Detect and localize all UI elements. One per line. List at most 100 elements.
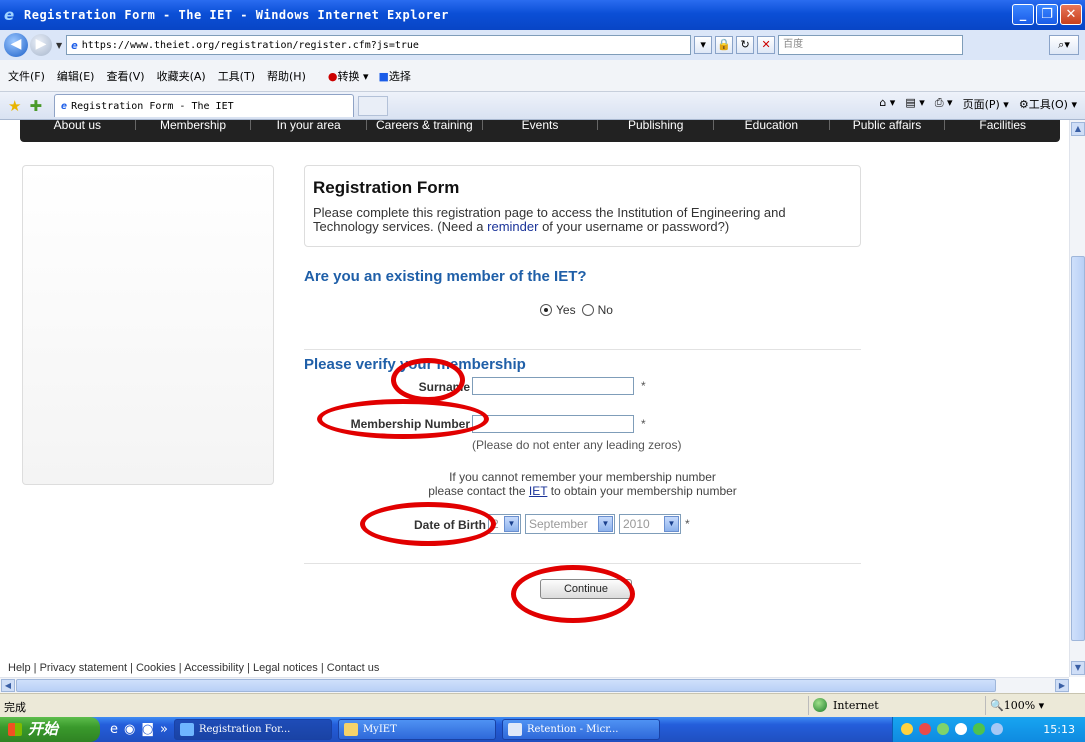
menu-tools[interactable]: 工具(T) bbox=[218, 68, 255, 84]
footer-links[interactable]: Help | Privacy statement | Cookies | Acc… bbox=[8, 662, 379, 674]
status-text: 完成 bbox=[4, 701, 26, 714]
browser-quicklaunch-icon[interactable]: ◉ bbox=[124, 722, 135, 737]
command-bar: ⌂ ▾ ▤ ▾ ⎙ ▾ 页面(P) ▾ ⚙工具(O) ▾ bbox=[879, 96, 1077, 112]
url-text: https://www.theiet.org/registration/regi… bbox=[81, 39, 419, 51]
divider bbox=[304, 563, 861, 564]
vertical-scroll-thumb[interactable] bbox=[1071, 256, 1085, 641]
lock-icon[interactable]: 🔒 bbox=[715, 36, 734, 54]
system-tray: 15:13 bbox=[892, 717, 1085, 742]
search-icon[interactable]: ⌕▾ bbox=[1049, 35, 1079, 55]
dob-year-select[interactable]: 2010 ▼ bbox=[619, 514, 681, 534]
tab-registration-form[interactable]: e Registration Form - The IET bbox=[54, 94, 355, 117]
nav-membership[interactable]: Membership bbox=[136, 120, 252, 131]
page-title: Registration Form bbox=[313, 178, 460, 197]
page-favicon-icon: e bbox=[71, 38, 78, 52]
start-label: 开始 bbox=[28, 720, 59, 738]
menu-view[interactable]: 查看(V) bbox=[106, 68, 144, 84]
dob-day-select[interactable]: 2 ▼ bbox=[488, 514, 521, 534]
scroll-down-icon[interactable]: ▼ bbox=[1071, 661, 1085, 675]
menu-edit[interactable]: 编辑(E) bbox=[57, 68, 95, 84]
tray-icon[interactable] bbox=[973, 723, 985, 735]
horizontal-scroll-thumb[interactable] bbox=[16, 679, 996, 692]
page-menu[interactable]: 页面(P) ▾ bbox=[963, 96, 1009, 112]
nav-about-us[interactable]: About us bbox=[20, 120, 136, 131]
globe-icon bbox=[813, 698, 827, 712]
feeds-icon[interactable]: ▤ ▾ bbox=[905, 96, 924, 112]
continue-button[interactable]: Continue bbox=[540, 579, 632, 599]
surname-field[interactable] bbox=[472, 377, 634, 395]
scroll-right-icon[interactable]: ▶ bbox=[1055, 679, 1069, 692]
nav-facilities[interactable]: Facilities bbox=[945, 120, 1060, 131]
zone-label: Internet bbox=[833, 699, 879, 712]
reminder-link[interactable]: reminder bbox=[487, 219, 538, 234]
nav-events[interactable]: Events bbox=[483, 120, 599, 131]
member-radio-group: Yes No bbox=[540, 303, 613, 317]
no-label: No bbox=[597, 303, 613, 317]
nav-education[interactable]: Education bbox=[714, 120, 830, 131]
menu-favorites[interactable]: 收藏夹(A) bbox=[157, 68, 206, 84]
security-zone[interactable]: Internet bbox=[808, 696, 958, 715]
tools-menu-label: 工具(O) bbox=[1028, 98, 1068, 111]
menu-help[interactable]: 帮助(H) bbox=[267, 68, 306, 84]
task-retention[interactable]: Retention - Micr... bbox=[501, 719, 660, 740]
tray-icon[interactable] bbox=[955, 723, 967, 735]
scroll-left-icon[interactable]: ◀ bbox=[1, 679, 15, 692]
vertical-scrollbar[interactable]: ▲ ▼ bbox=[1069, 120, 1085, 677]
address-bar: ◀ ▶ ▼ e https://www.theiet.org/registrat… bbox=[0, 30, 1085, 60]
zoom-level[interactable]: 🔍100% ▾ bbox=[985, 696, 1044, 715]
nav-publishing[interactable]: Publishing bbox=[598, 120, 715, 131]
note-line-1: If you cannot remember your membership n… bbox=[449, 470, 716, 484]
tools-menu[interactable]: ⚙工具(O) ▾ bbox=[1019, 96, 1077, 112]
divider bbox=[304, 349, 861, 350]
new-tab-button[interactable] bbox=[358, 95, 389, 116]
start-button[interactable]: 开始 bbox=[0, 717, 100, 742]
maximize-button[interactable]: ❐ bbox=[1036, 4, 1058, 25]
more-quicklaunch-icon[interactable]: » bbox=[160, 722, 168, 737]
iet-contact-link[interactable]: IET bbox=[529, 484, 547, 498]
tray-icon[interactable] bbox=[901, 723, 913, 735]
tray-icon[interactable] bbox=[991, 723, 1003, 735]
nav-careers-training[interactable]: Careers & training bbox=[367, 120, 483, 131]
membership-number-field[interactable] bbox=[472, 415, 634, 433]
no-radio[interactable] bbox=[581, 304, 594, 316]
close-button[interactable]: ✕ bbox=[1060, 4, 1082, 25]
task-registration-form[interactable]: Registration For... bbox=[173, 719, 332, 740]
back-button[interactable]: ◀ bbox=[4, 33, 28, 57]
note-line-2: please contact the IET to obtain your me… bbox=[304, 484, 861, 498]
convert-button[interactable]: ●转换 ▾ bbox=[328, 68, 369, 84]
membership-hint: (Please do not enter any leading zeros) bbox=[472, 438, 682, 452]
url-field[interactable]: e https://www.theiet.org/registration/re… bbox=[66, 35, 692, 55]
site-navigation: About us Membership In your area Careers… bbox=[20, 120, 1060, 142]
nav-public-affairs[interactable]: Public affairs bbox=[830, 120, 946, 131]
horizontal-scrollbar[interactable]: ◀ ▶ bbox=[0, 677, 1069, 693]
verify-heading: Please verify your membership bbox=[304, 356, 526, 373]
ie-quicklaunch-icon[interactable]: e bbox=[110, 722, 118, 737]
menu-file[interactable]: 文件(F) bbox=[8, 68, 45, 84]
select-button[interactable]: ■选择 bbox=[379, 68, 411, 84]
tray-icon[interactable] bbox=[937, 723, 949, 735]
left-sidebar-panel bbox=[22, 165, 274, 485]
minimize-button[interactable]: _ bbox=[1012, 4, 1034, 25]
search-input[interactable]: 百度 bbox=[778, 35, 964, 55]
tray-icon[interactable] bbox=[919, 723, 931, 735]
stop-icon[interactable]: ✕ bbox=[757, 36, 776, 54]
scroll-up-icon[interactable]: ▲ bbox=[1071, 122, 1085, 136]
forward-button[interactable]: ▶ bbox=[30, 34, 52, 56]
member-question-heading: Are you an existing member of the IET? bbox=[304, 268, 587, 285]
home-icon[interactable]: ⌂ ▾ bbox=[879, 96, 895, 112]
quick-launch: e ◉ ◙ » bbox=[110, 722, 168, 737]
add-favorites-icon[interactable]: ✚ bbox=[29, 97, 42, 115]
refresh-icon[interactable]: ↻ bbox=[736, 36, 755, 54]
url-dropdown-icon[interactable]: ▾ bbox=[694, 36, 713, 54]
print-icon[interactable]: ⎙ ▾ bbox=[935, 96, 953, 112]
zoom-value: 100% bbox=[1003, 699, 1036, 712]
task-label-2: MyIET bbox=[362, 724, 397, 735]
dob-month-select[interactable]: September ▼ bbox=[525, 514, 615, 534]
folder-icon bbox=[343, 723, 358, 736]
history-dropdown-icon[interactable]: ▼ bbox=[56, 41, 62, 50]
nav-in-your-area[interactable]: In your area bbox=[251, 120, 368, 131]
favorites-star-icon[interactable]: ★ bbox=[8, 97, 21, 115]
outlook-quicklaunch-icon[interactable]: ◙ bbox=[141, 722, 154, 737]
yes-radio[interactable] bbox=[540, 304, 552, 316]
task-myiet[interactable]: MyIET bbox=[337, 719, 496, 740]
